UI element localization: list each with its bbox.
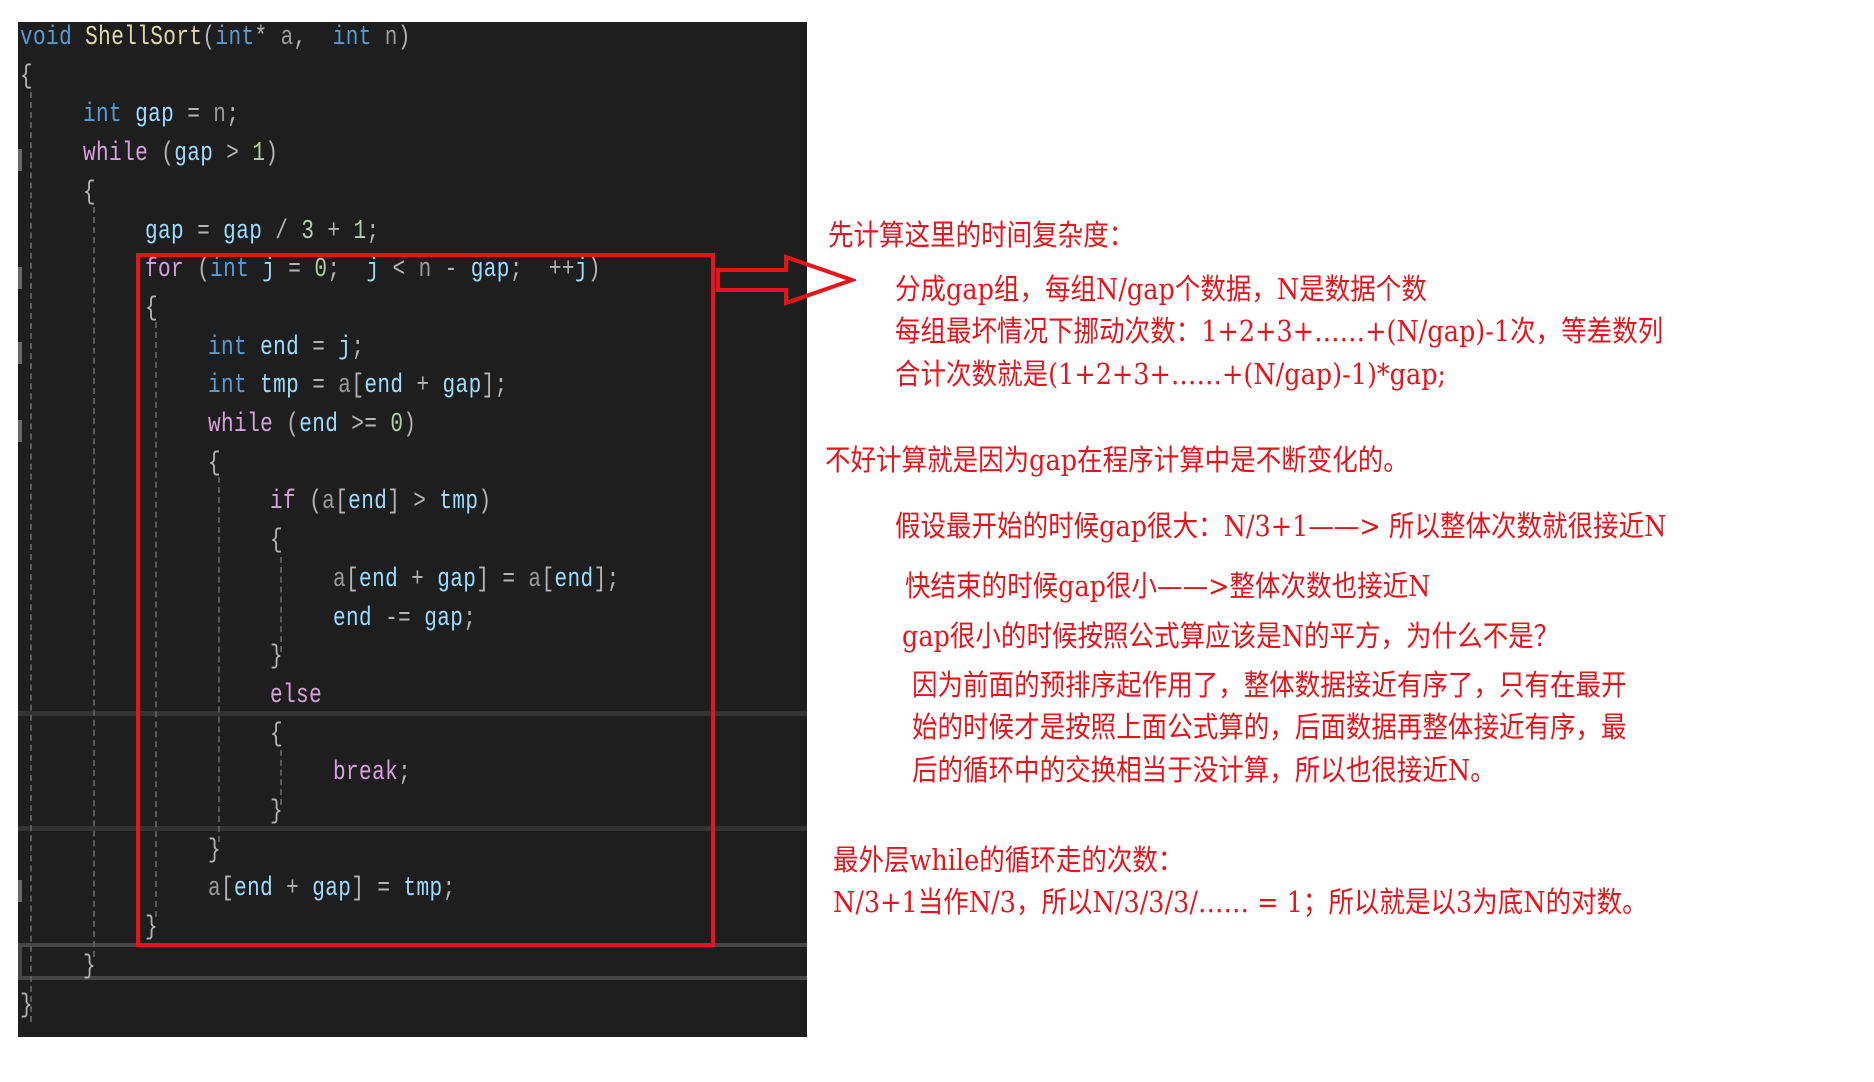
indent-guide [93,207,95,957]
code-token: ( [147,139,174,170]
code-token: } [82,951,96,982]
code-token: gap [223,216,263,247]
change-marker [18,880,22,902]
annotation-question: gap很小的时候按照公式算应该是N的平方，为什么不是？ [902,619,1560,653]
code-token: = [173,100,213,131]
annotation-difficulty: 不好计算就是因为gap在程序计算中是不断变化的。 [825,443,1409,477]
code-token: gap [173,139,213,170]
code-token: ; [225,100,239,131]
change-marker [18,267,22,289]
code-token: { [20,61,34,92]
annotation-answer: 后的循环中的交换相当于没计算，所以也很接近N。 [912,753,1496,787]
code-token: ) [264,139,278,170]
annotation-answer: 始的时候才是按照上面公式算的，后面数据再整体接近有序，最 [912,710,1627,744]
code-token: a [280,23,294,53]
code-token: n [384,23,398,53]
annotation-heading: 先计算这里的时间复杂度： [828,218,1135,252]
change-marker [18,342,22,364]
code-token: int [332,23,372,53]
code-token: 3 [301,216,315,247]
annotation-detail: 分成gap组，每组N/gap个数据，N是数据个数 [895,272,1427,306]
annotation-answer: 因为前面的预排序起作用了，整体数据接近有序了，只有在最开 [912,668,1627,702]
code-token: ( [202,23,216,53]
code-token: * [254,23,281,53]
code-token: int [215,23,255,53]
annotation-assume-large: 假设最开始的时候gap很大：N/3+1——> 所以整体次数就很接近N [895,509,1667,543]
annotation-near-end: 快结束的时候gap很小——>整体次数也接近N [905,569,1431,603]
annotation-detail: 每组最坏情况下挪动次数：1+2+3+……+(N/gap)-1次，等差数列 [895,314,1664,348]
code-token: gap [134,100,174,131]
indent-guide [30,92,32,1022]
code-line: { [20,58,33,96]
code-token: } [20,990,34,1021]
code-token: ; [366,216,380,247]
code-token: 1 [353,216,367,247]
current-line-highlight [18,943,807,980]
code-token: ShellSort [85,23,203,53]
code-token: int [82,100,122,131]
annotation-detail: 合计次数就是(1+2+3+……+(N/gap)-1)*gap; [895,357,1447,391]
code-line: { [83,174,96,212]
code-token: + [314,216,354,247]
code-line: } [83,948,96,986]
arrow-right-icon [716,254,856,306]
code-token: = [184,216,224,247]
change-marker [18,149,22,171]
code-line: int gap = n; [83,96,239,134]
code-line: void ShellSort(int* a, int n) [20,22,411,57]
code-token: 1 [251,139,265,170]
code-line: gap = gap / 3 + 1; [145,213,380,251]
code-line: while (gap > 1) [83,135,278,173]
annotation-outer-heading: 最外层while的循环走的次数： [833,843,1184,877]
annotation-outer-detail: N/3+1当作N/3，所以N/3/3/3/…… = 1；所以就是以3为底N的对数… [833,885,1648,919]
code-token: ) [397,23,411,53]
code-token: while [82,139,148,170]
code-token: void [20,23,73,53]
highlight-box [136,253,715,947]
code-token: gap [145,216,185,247]
code-token: , [293,23,333,53]
code-token: { [82,177,96,208]
change-marker [18,420,22,442]
code-token: > [212,139,252,170]
code-token: n [212,100,226,131]
code-line: } [20,987,33,1025]
code-token: / [262,216,302,247]
